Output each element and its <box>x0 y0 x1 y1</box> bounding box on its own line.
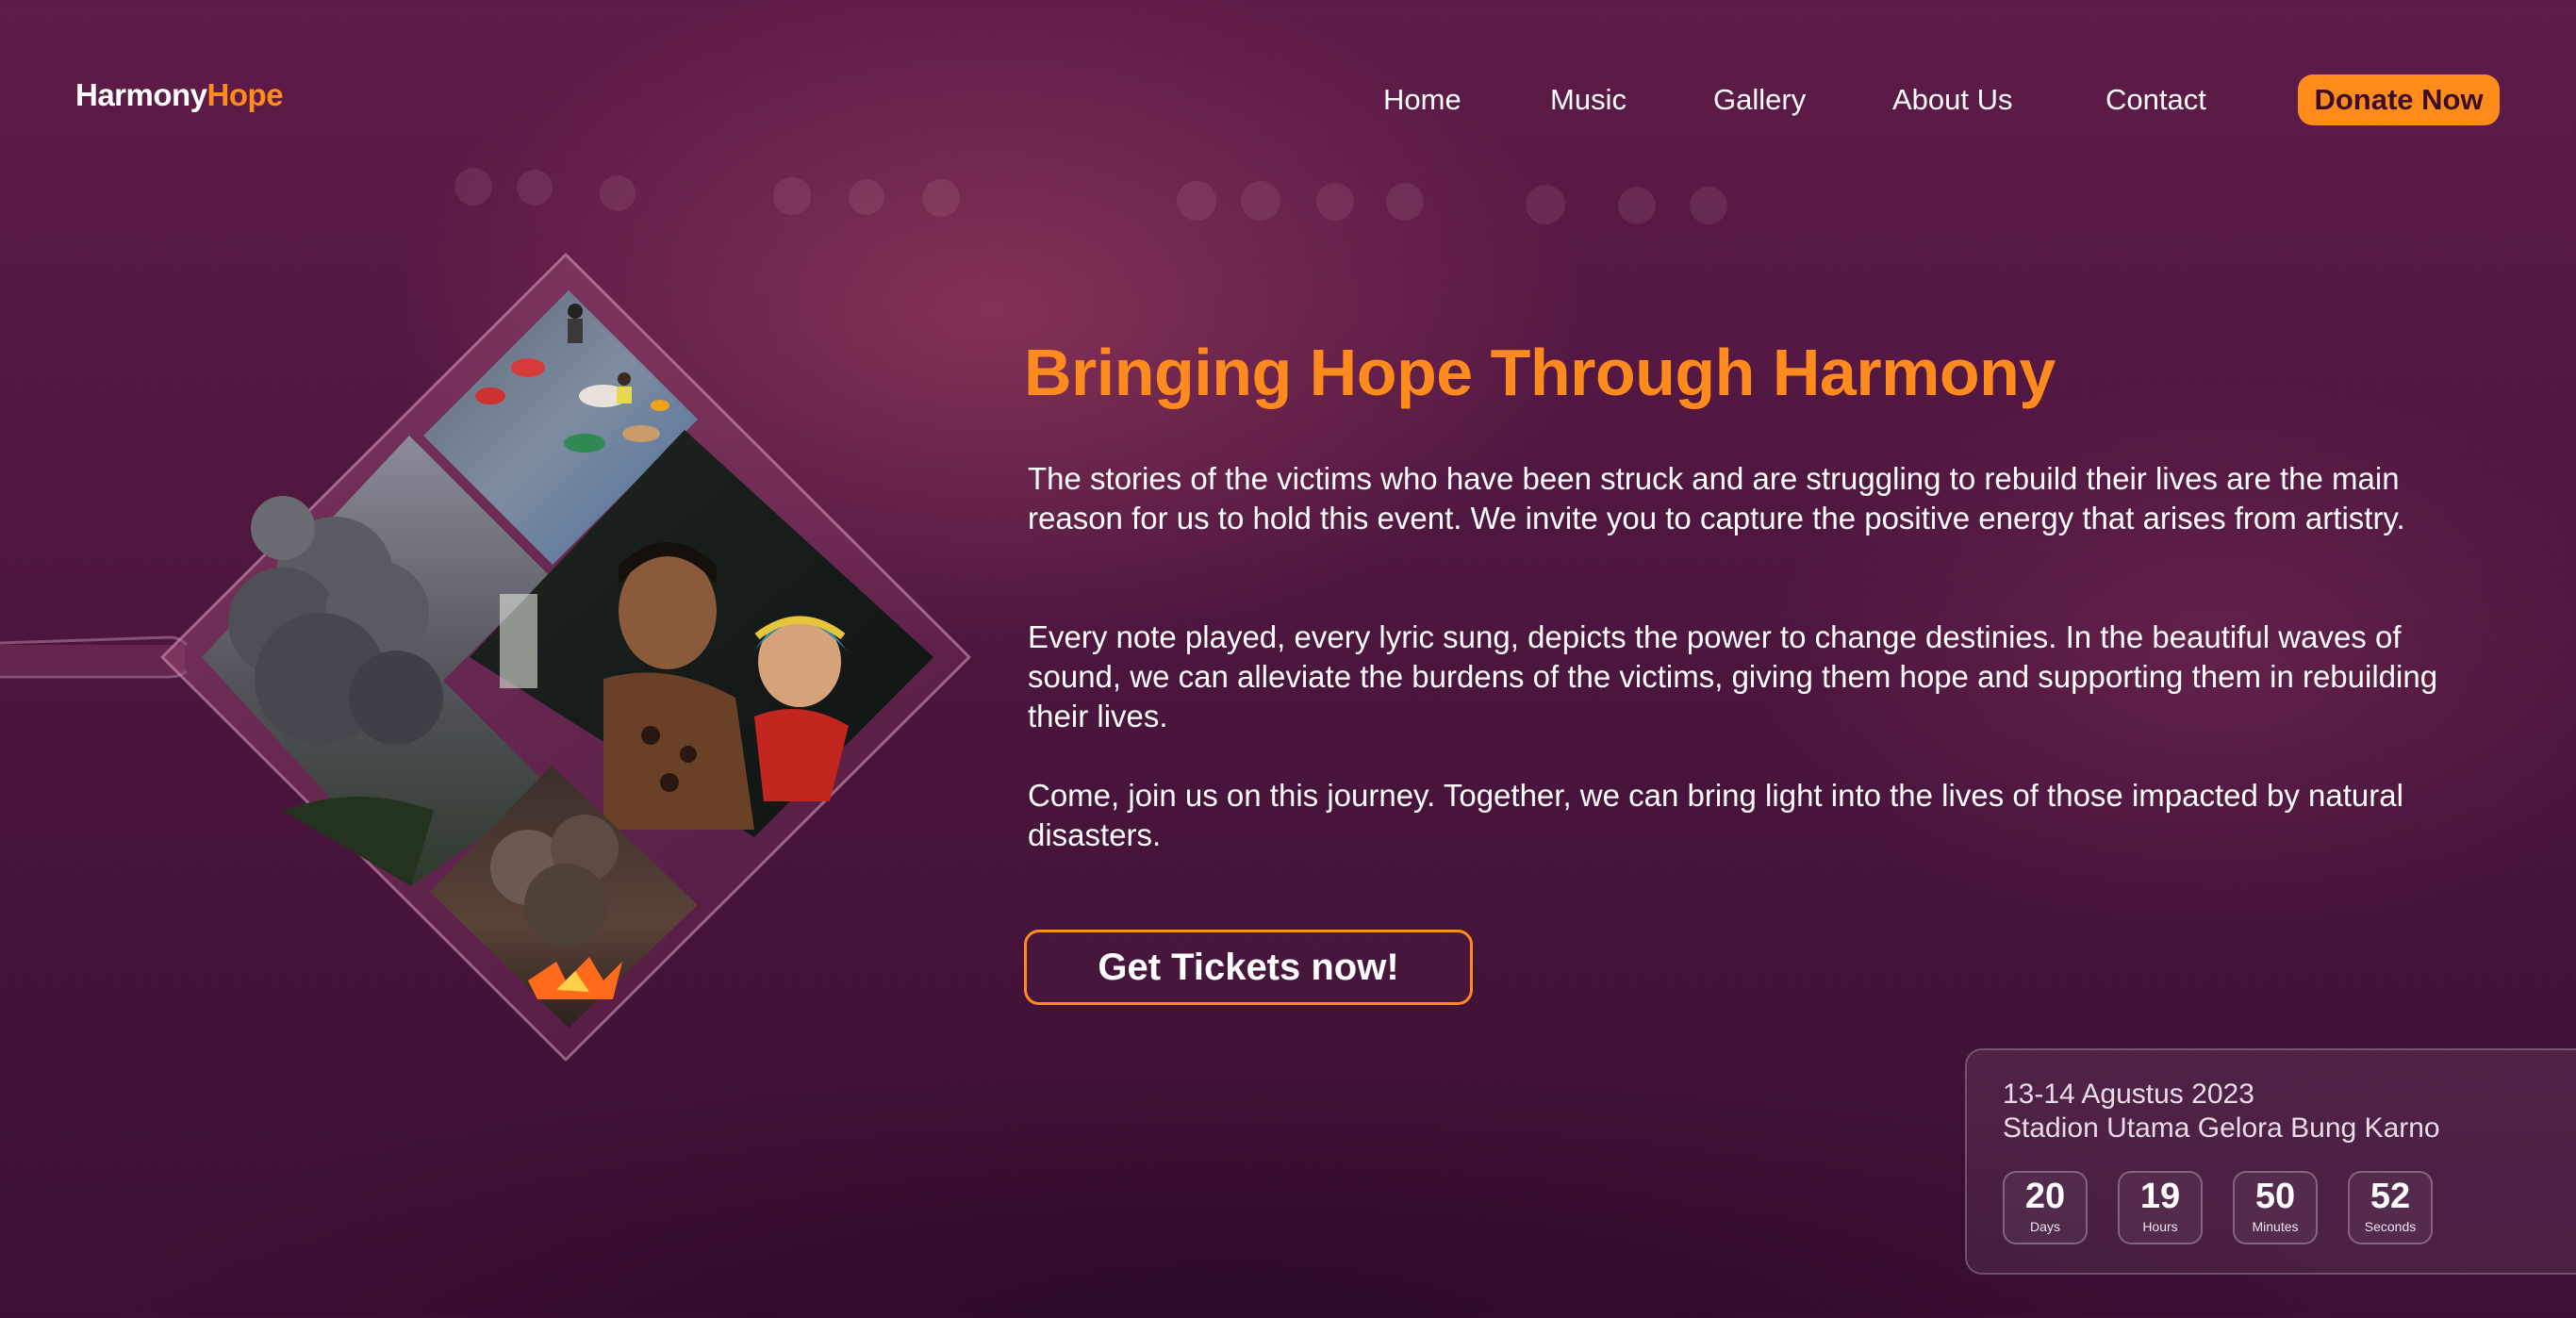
get-tickets-button[interactable]: Get Tickets now! <box>1024 930 1473 1005</box>
stage-light <box>1690 187 1727 224</box>
hero-paragraph-1: The stories of the victims who have been… <box>1028 461 2405 535</box>
stage-light <box>1526 185 1565 224</box>
nav-home[interactable]: Home <box>1383 83 1461 117</box>
hero-paragraph-2: Every note played, every lyric sung, dep… <box>1028 619 2438 733</box>
stage-light <box>454 168 492 206</box>
countdown-days-label: Days <box>2030 1219 2060 1234</box>
photo-collage <box>0 253 971 1062</box>
stage-light <box>922 179 960 217</box>
countdown-seconds-value: 52 <box>2370 1177 2411 1216</box>
countdown-seconds: 52 Seconds <box>2348 1171 2433 1244</box>
stage-light <box>517 170 553 206</box>
stage-light <box>1386 183 1424 221</box>
nav-gallery[interactable]: Gallery <box>1713 83 1806 117</box>
brand-logo[interactable]: HarmonyHope <box>75 77 284 113</box>
event-venue: Stadion Utama Gelora Bung Karno <box>2003 1112 2440 1144</box>
brand-name-harmony: Harmony <box>75 77 207 112</box>
event-info-card: 13-14 Agustus 2023 Stadion Utama Gelora … <box>1965 1048 2576 1275</box>
stage-light <box>849 179 884 215</box>
frame-line <box>0 635 189 647</box>
donate-now-button[interactable]: Donate Now <box>2298 74 2500 125</box>
countdown-hours-label: Hours <box>2142 1219 2178 1234</box>
stage-light <box>1241 181 1280 221</box>
nav-contact[interactable]: Contact <box>2105 83 2206 117</box>
stage-light <box>1316 183 1354 221</box>
countdown-hours: 19 Hours <box>2118 1171 2203 1244</box>
countdown-minutes: 50 Minutes <box>2233 1171 2318 1244</box>
nav-about-us[interactable]: About Us <box>1892 83 2013 117</box>
stage-light <box>1618 187 1656 224</box>
hero-title: Bringing Hope Through Harmony <box>1024 336 2056 409</box>
frame-bar <box>0 645 185 675</box>
nav-music[interactable]: Music <box>1550 83 1627 117</box>
stage-light <box>600 175 636 211</box>
countdown-days: 20 Days <box>2003 1171 2088 1244</box>
brand-name-hope: Hope <box>206 77 284 112</box>
countdown-minutes-label: Minutes <box>2252 1219 2299 1234</box>
countdown-hours-value: 19 <box>2139 1177 2181 1216</box>
hero-paragraph-3: Come, join us on this journey. Together,… <box>1028 778 2403 852</box>
countdown-minutes-value: 50 <box>2254 1177 2296 1216</box>
countdown-seconds-label: Seconds <box>2364 1219 2417 1234</box>
countdown-days-value: 20 <box>2024 1177 2066 1216</box>
stage-light <box>773 177 811 215</box>
event-date: 13-14 Agustus 2023 <box>2003 1079 2254 1110</box>
stage-light <box>1177 181 1216 221</box>
